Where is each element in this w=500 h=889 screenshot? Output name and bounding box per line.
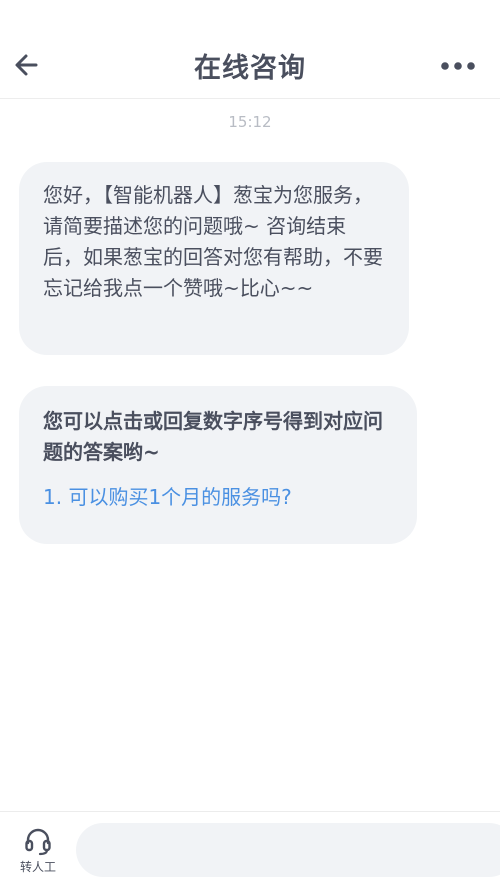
transfer-to-agent-button[interactable]: 转人工 — [10, 826, 66, 882]
faq-option-1[interactable]: 1. 可以购买1个月的服务吗? — [43, 482, 393, 512]
page-title: 在线咨询 — [194, 53, 306, 84]
bot-message-greeting: 您好，【智能机器人】葱宝为您服务，请简要描述您的问题哦~ 咨询结束后，如果葱宝的… — [19, 162, 409, 355]
more-button[interactable] — [440, 58, 480, 72]
message-input[interactable] — [76, 823, 500, 877]
agent-button-label: 转人工 — [19, 860, 56, 874]
chat-footer: 转人工 — [0, 811, 500, 889]
top-nav-bar: 在线咨询 — [0, 0, 500, 99]
bot-message-faq: 您可以点击或回复数字序号得到对应问题的答案哟~ 1. 可以购买1个月的服务吗? — [19, 386, 417, 544]
message-text: 您好，【智能机器人】葱宝为您服务，请简要描述您的问题哦~ 咨询结束后，如果葱宝的… — [43, 183, 383, 300]
more-horizontal-icon — [441, 62, 475, 70]
faq-lead-text: 您可以点击或回复数字序号得到对应问题的答案哟~ — [43, 409, 383, 464]
headset-icon — [25, 828, 51, 856]
message-timestamp: 15:12 — [228, 113, 272, 131]
